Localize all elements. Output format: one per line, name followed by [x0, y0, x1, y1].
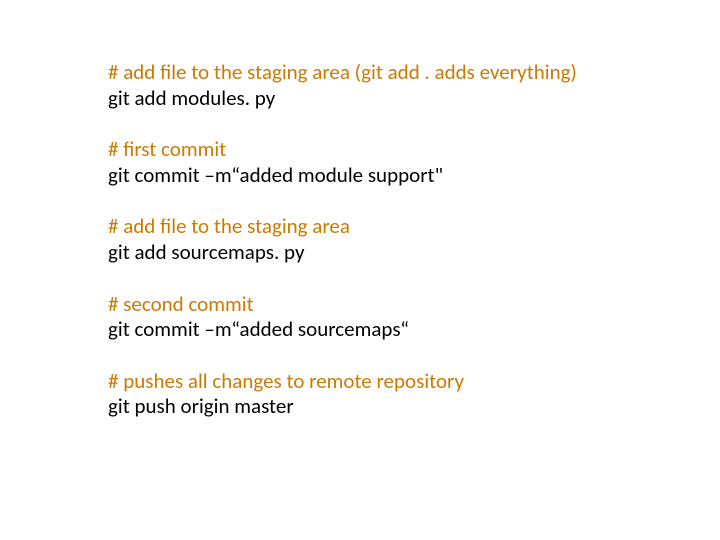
command-line: git commit –m“added module support" [108, 163, 720, 189]
code-block: # add file to the staging area git add s… [108, 214, 720, 265]
code-block: # second commit git commit –m“added sour… [108, 292, 720, 343]
command-line: git add sourcemaps. py [108, 240, 720, 266]
comment-line: # second commit [108, 292, 720, 318]
code-block: # first commit git commit –m“added modul… [108, 137, 720, 188]
comment-line: # add file to the staging area (git add … [108, 60, 720, 86]
comment-line: # pushes all changes to remote repositor… [108, 369, 720, 395]
comment-line: # add file to the staging area [108, 214, 720, 240]
code-block: # add file to the staging area (git add … [108, 60, 720, 111]
command-line: git add modules. py [108, 86, 720, 112]
code-block: # pushes all changes to remote repositor… [108, 369, 720, 420]
comment-line: # first commit [108, 137, 720, 163]
command-line: git commit –m“added sourcemaps“ [108, 317, 720, 343]
command-line: git push origin master [108, 394, 720, 420]
slide-content: # add file to the staging area (git add … [0, 0, 720, 420]
